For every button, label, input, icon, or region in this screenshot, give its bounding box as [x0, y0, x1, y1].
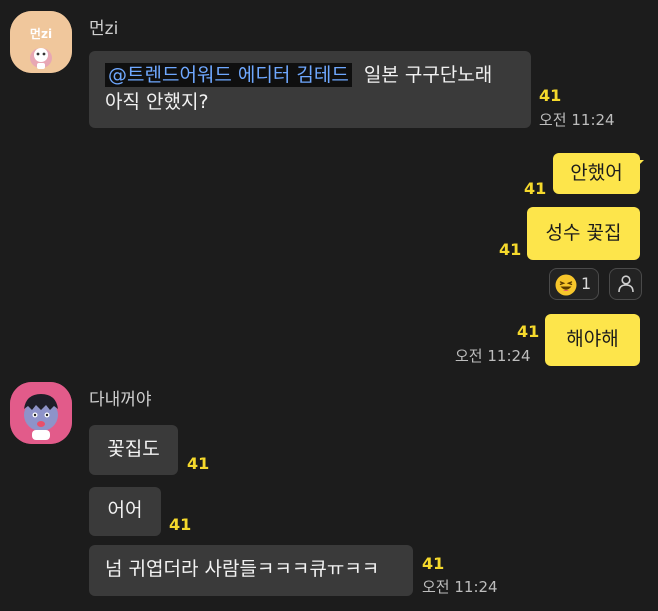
unread-count: 41 — [422, 554, 445, 573]
unread-count: 41 — [539, 86, 562, 105]
avatar-sender-2[interactable] — [10, 382, 72, 444]
unread-count: 41 — [169, 515, 192, 534]
sender-name: 다내꺼야 — [89, 390, 152, 410]
message-text: 성수 꽃집 — [545, 222, 622, 244]
character-avatar-icon — [10, 382, 72, 444]
message-bubble[interactable]: 꽃집도 — [89, 425, 178, 475]
laughing-emoji-icon — [555, 274, 577, 296]
my-message-bubble[interactable]: 성수 꽃집 — [527, 207, 640, 260]
message-bubble[interactable]: 넘 귀엽더라 사람들ㅋㅋㅋ큐ㅠㅋㅋ — [89, 545, 413, 596]
emoji-reaction[interactable]: 1 — [549, 268, 599, 300]
message-text: 해야해 — [566, 328, 619, 350]
avatar-sender-1[interactable]: 먼zi — [10, 11, 72, 73]
message-bubble-mention[interactable]: @트렌드어워드 에디터 김테드 일본 구구단노래 아직 안했지? — [89, 51, 531, 128]
bubble-tail — [634, 160, 644, 170]
message-line-1: @트렌드어워드 에디터 김테드 일본 구구단노래 — [105, 62, 515, 89]
unread-count: 41 — [524, 179, 547, 198]
timestamp: 오전 11:24 — [455, 347, 531, 365]
message-text: 넘 귀엽더라 사람들ㅋㅋㅋ큐ㅠㅋㅋ — [105, 558, 380, 580]
sender-name: 먼zi — [89, 19, 119, 39]
message-text: 안했어 — [570, 162, 623, 184]
unread-count: 41 — [187, 454, 210, 473]
timestamp: 오전 11:24 — [422, 578, 498, 596]
message-text: 꽃집도 — [107, 438, 160, 460]
message-line-2: 아직 안했지? — [105, 91, 209, 113]
reaction-count: 1 — [581, 274, 592, 293]
message-text: 어어 — [107, 499, 143, 521]
message-bubble[interactable]: 어어 — [89, 487, 161, 536]
my-message-bubble[interactable]: 해야해 — [545, 314, 640, 366]
person-icon — [618, 275, 634, 293]
mention-tag[interactable]: @트렌드어워드 에디터 김테드 — [105, 63, 352, 87]
my-message-bubble[interactable]: 안했어 — [553, 153, 640, 194]
unread-count: 41 — [517, 322, 540, 341]
avatar-text: 먼zi — [29, 27, 53, 41]
message-text: 일본 구구단노래 — [363, 64, 493, 86]
timestamp: 오전 11:24 — [539, 111, 615, 129]
unread-count: 41 — [499, 240, 522, 259]
character-avatar-icon — [10, 11, 72, 73]
reaction-users-button[interactable] — [609, 268, 642, 300]
